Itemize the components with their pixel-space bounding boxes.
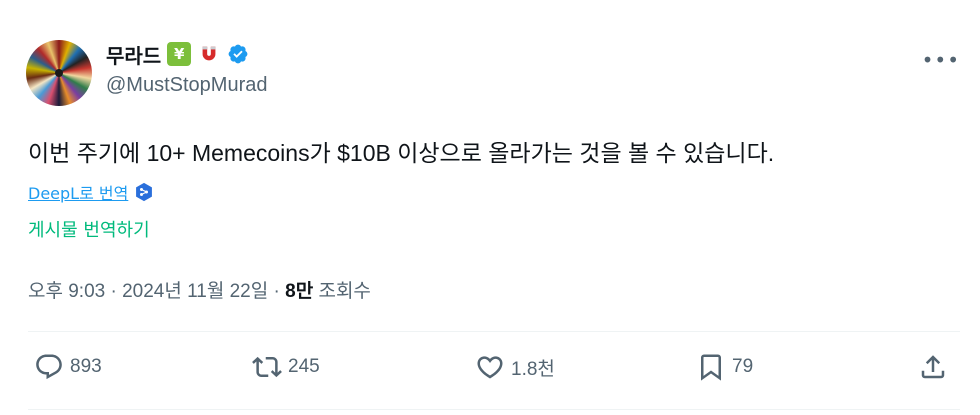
repost-button[interactable]: 245 — [252, 352, 320, 382]
author-handle[interactable]: @MustStopMurad — [106, 74, 267, 97]
action-bar: 893 245 1.8천 79 — [28, 352, 960, 392]
tweet-meta: 오후 9:03 · 2024년 11월 22일 · 8만 조회수 — [28, 276, 371, 303]
deepl-translate[interactable]: DeepL로 번역 — [28, 180, 154, 204]
tweet-text: 이번 주기에 10+ Memecoins가 $10B 이상으로 올라가는 것을 … — [28, 140, 775, 166]
reply-icon — [36, 354, 62, 380]
reply-button[interactable]: 893 — [34, 352, 102, 382]
like-count: 1.8천 — [511, 358, 555, 380]
repost-icon — [252, 356, 282, 378]
repost-count: 245 — [288, 356, 320, 377]
heart-icon — [477, 356, 503, 379]
divider-top — [28, 331, 960, 332]
bookmark-icon — [701, 354, 721, 381]
bookmark-count: 79 — [732, 356, 754, 377]
chart-yen-emoji-icon: ¥ — [167, 42, 192, 66]
bookmark-button[interactable]: 79 — [696, 352, 753, 382]
tweet-date[interactable]: 2024년 11월 22일 — [122, 281, 268, 302]
reply-count: 893 — [70, 356, 102, 377]
deepl-logo-icon — [136, 182, 153, 202]
meta-separator: · — [110, 281, 117, 302]
translate-post-button[interactable]: 게시물 번역하기 — [28, 216, 150, 242]
magnet-icon — [202, 46, 216, 61]
deepl-translate-link[interactable]: DeepL로 번역 — [28, 180, 128, 204]
magnet-emoji-icon — [197, 42, 221, 66]
author-name-row: 무라드 ¥ — [106, 38, 249, 70]
share-button[interactable] — [918, 352, 948, 382]
more-options-icon[interactable]: ••• — [922, 48, 960, 72]
tweet-time[interactable]: 오후 9:03 — [28, 281, 105, 302]
like-button[interactable]: 1.8천 — [475, 352, 555, 382]
verified-badge-icon[interactable] — [227, 43, 249, 65]
display-name[interactable]: 무라드 — [106, 40, 161, 69]
avatar[interactable] — [26, 40, 92, 106]
meta-separator-2: · — [273, 281, 280, 302]
views-count: 8만 — [285, 281, 314, 302]
divider-bottom — [28, 409, 960, 410]
share-icon — [921, 355, 945, 379]
views-label: 조회수 — [318, 281, 371, 302]
